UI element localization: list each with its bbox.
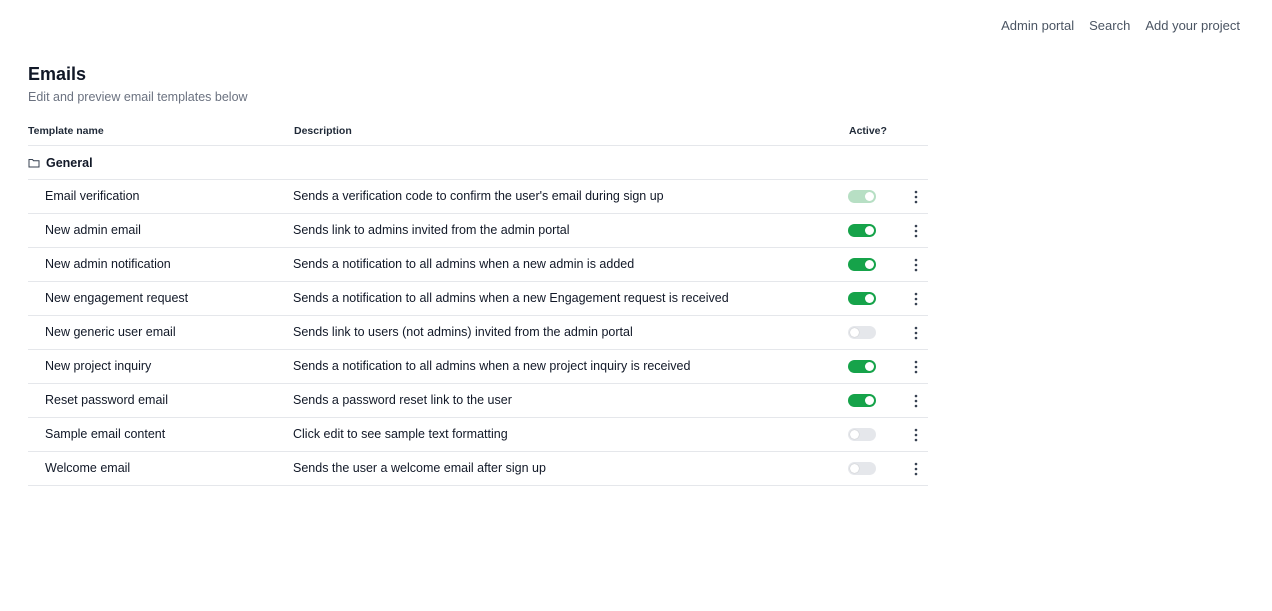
- table-row[interactable]: New project inquiry Sends a notification …: [28, 350, 928, 384]
- table-row[interactable]: New generic user email Sends link to user…: [28, 316, 928, 350]
- page-header: Emails Edit and preview email templates …: [28, 62, 248, 105]
- active-toggle: [848, 190, 876, 203]
- template-name: Sample email content: [45, 427, 166, 441]
- template-name: Email verification: [45, 189, 140, 203]
- template-description: Sends a notification to all admins when …: [293, 359, 691, 373]
- column-header-active: Active?: [849, 125, 887, 137]
- active-toggle[interactable]: [848, 292, 876, 305]
- template-name: New admin notification: [45, 257, 171, 271]
- table-row[interactable]: New admin email Sends link to admins invi…: [28, 214, 928, 248]
- table-row[interactable]: Sample email content Click edit to see sa…: [28, 418, 928, 452]
- active-toggle[interactable]: [848, 258, 876, 271]
- template-name: Welcome email: [45, 461, 131, 475]
- active-toggle[interactable]: [848, 394, 876, 407]
- active-toggle[interactable]: [848, 326, 876, 339]
- template-description: Sends a notification to all admins when …: [293, 291, 729, 305]
- table-row[interactable]: Welcome email Sends the user a welcome em…: [28, 452, 928, 486]
- group-row-general[interactable]: General: [28, 146, 928, 180]
- more-options-icon[interactable]: [912, 257, 920, 273]
- active-toggle[interactable]: [848, 462, 876, 475]
- table-row[interactable]: Reset password email Sends a password res…: [28, 384, 928, 418]
- table-body: Email verification Sends a verification c…: [28, 180, 928, 486]
- folder-icon: [28, 158, 40, 167]
- column-header-template-name: Template name: [28, 125, 104, 137]
- more-options-icon[interactable]: [912, 359, 920, 375]
- more-options-icon[interactable]: [912, 325, 920, 341]
- template-name: Reset password email: [45, 393, 168, 407]
- template-description: Sends the user a welcome email after sig…: [293, 461, 546, 475]
- group-label: General: [46, 155, 93, 170]
- table-header: Template name Description Active?: [28, 120, 928, 146]
- nav-admin-portal-link[interactable]: Admin portal: [1001, 18, 1074, 33]
- template-name: New engagement request: [45, 291, 189, 305]
- more-options-icon[interactable]: [912, 393, 920, 409]
- template-name: New admin email: [45, 223, 141, 237]
- active-toggle[interactable]: [848, 428, 876, 441]
- template-description: Click edit to see sample text formatting: [293, 427, 508, 441]
- column-header-description: Description: [294, 125, 352, 137]
- toggle-knob: [850, 464, 859, 473]
- template-description: Sends a notification to all admins when …: [293, 257, 635, 271]
- more-options-icon[interactable]: [912, 461, 920, 477]
- nav-add-project-link[interactable]: Add your project: [1145, 18, 1240, 33]
- template-name: New project inquiry: [45, 359, 152, 373]
- email-templates-table: Template name Description Active? Genera…: [28, 120, 928, 486]
- page-subtitle: Edit and preview email templates below: [28, 90, 248, 104]
- template-name: New generic user email: [45, 325, 176, 339]
- table-row[interactable]: Email verification Sends a verification c…: [28, 180, 928, 214]
- page-title: Emails: [28, 64, 87, 84]
- toggle-knob: [865, 396, 874, 405]
- table-row[interactable]: New engagement request Sends a notificati…: [28, 282, 928, 316]
- toggle-knob: [865, 192, 874, 201]
- table-row[interactable]: New admin notification Sends a notificati…: [28, 248, 928, 282]
- top-navigation: Admin portal Search Add your project: [1001, 18, 1240, 33]
- template-description: Sends link to admins invited from the ad…: [293, 223, 570, 237]
- active-toggle[interactable]: [848, 360, 876, 373]
- nav-search-link[interactable]: Search: [1089, 18, 1130, 33]
- active-toggle[interactable]: [848, 224, 876, 237]
- toggle-knob: [865, 260, 874, 269]
- more-options-icon[interactable]: [912, 291, 920, 307]
- more-options-icon[interactable]: [912, 189, 920, 205]
- toggle-knob: [865, 294, 874, 303]
- more-options-icon[interactable]: [912, 223, 920, 239]
- toggle-knob: [865, 226, 874, 235]
- toggle-knob: [850, 328, 859, 337]
- toggle-knob: [865, 362, 874, 371]
- template-description: Sends a password reset link to the user: [293, 393, 512, 407]
- toggle-knob: [850, 430, 859, 439]
- template-description: Sends a verification code to confirm the…: [293, 189, 664, 203]
- more-options-icon[interactable]: [912, 427, 920, 443]
- template-description: Sends link to users (not admins) invited…: [293, 325, 633, 339]
